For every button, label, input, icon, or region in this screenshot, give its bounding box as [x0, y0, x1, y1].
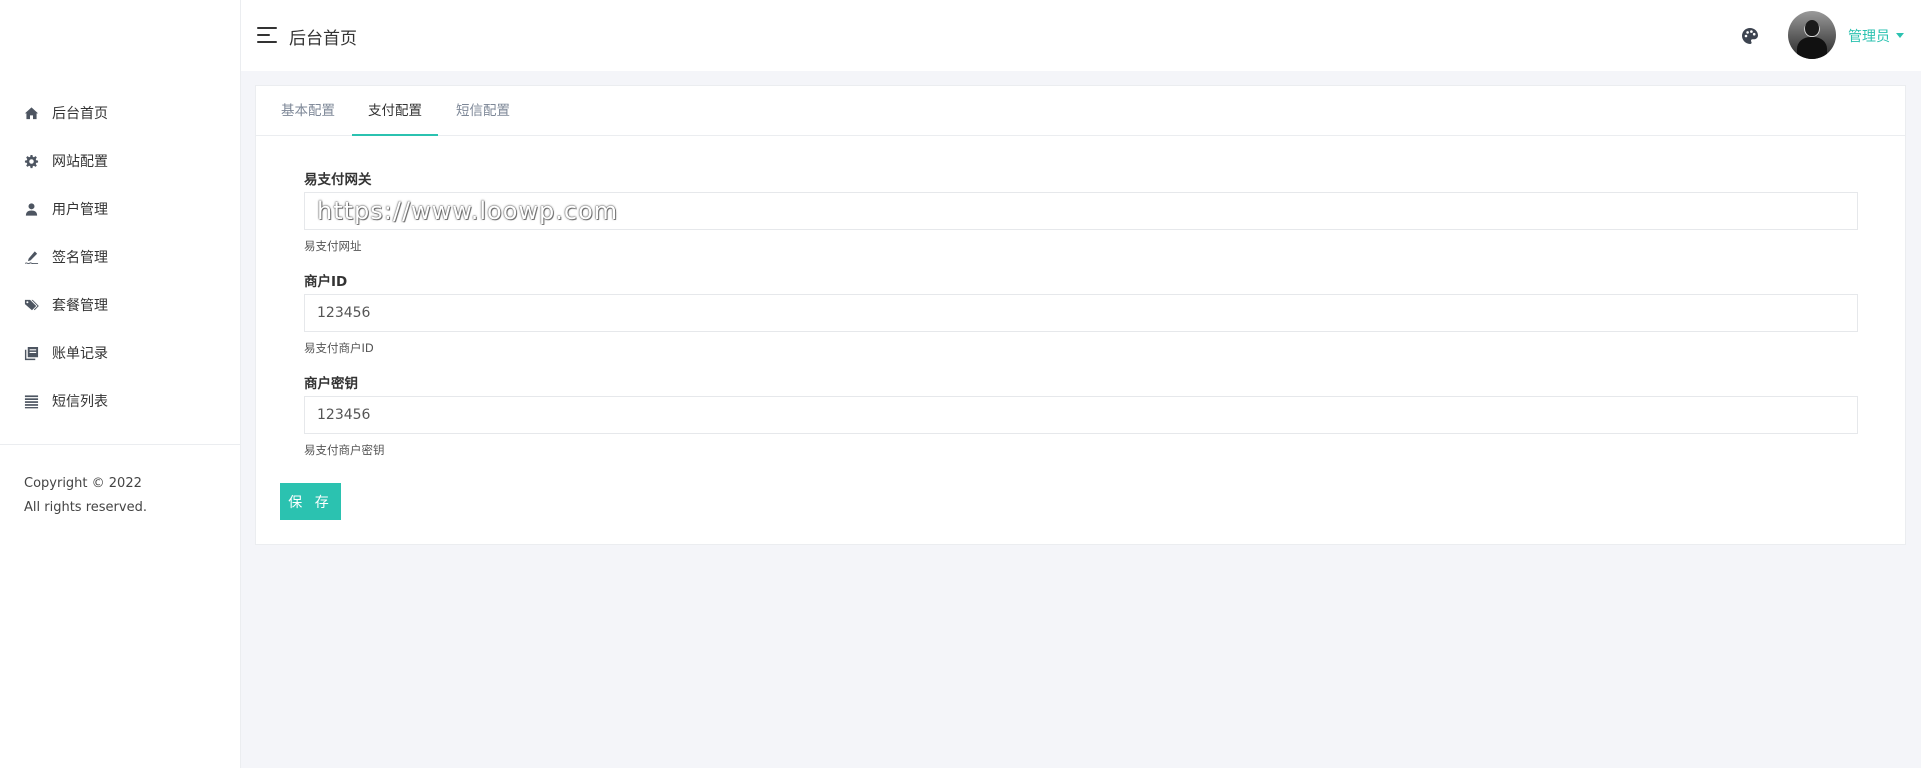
page-title: 后台首页 [289, 29, 357, 49]
copyright: Copyright © 2022 All rights reserved. [24, 472, 147, 520]
tab-bar: 基本配置 支付配置 短信配置 [256, 86, 1905, 136]
gateway-input[interactable] [304, 192, 1858, 230]
copyright-line: Copyright © 2022 [24, 476, 142, 491]
sidebar-item-label: 短信列表 [52, 394, 108, 410]
signature-icon [23, 249, 39, 265]
avatar[interactable] [1788, 11, 1836, 59]
caret-down-icon[interactable] [1896, 33, 1904, 38]
gateway-label: 易支付网关 [304, 172, 372, 188]
gateway-help: 易支付网址 [304, 239, 362, 253]
sidebar-item-bills[interactable]: 账单记录 [0, 329, 240, 377]
sidebar-item-users[interactable]: 用户管理 [0, 185, 240, 233]
sidebar-item-label: 用户管理 [52, 202, 108, 218]
sidebar-item-label: 签名管理 [52, 250, 108, 266]
sidebar-item-home[interactable]: 后台首页 [0, 89, 240, 137]
user-icon [23, 201, 39, 217]
tab-sms-config[interactable]: 短信配置 [451, 86, 515, 136]
sidebar-item-label: 网站配置 [52, 154, 108, 170]
sidebar-item-label: 套餐管理 [52, 298, 108, 314]
rights-line: All rights reserved. [24, 500, 147, 515]
sidebar-divider [0, 444, 240, 445]
user-menu[interactable]: 管理员 [1848, 26, 1890, 46]
merchant-key-label: 商户密钥 [304, 376, 358, 392]
sidebar-item-label: 后台首页 [52, 106, 108, 122]
merchant-key-input[interactable] [304, 396, 1858, 434]
sidebar-item-label: 账单记录 [52, 346, 108, 362]
merchant-id-input[interactable] [304, 294, 1858, 332]
menu-toggle-icon[interactable] [257, 27, 277, 43]
sidebar: 后台首页 网站配置 用户管理 签名管理 套餐管理 账单记录 短信列表 Copyr… [0, 0, 241, 768]
tags-icon [23, 297, 39, 313]
sidebar-item-packages[interactable]: 套餐管理 [0, 281, 240, 329]
merchant-key-help: 易支付商户密钥 [304, 443, 385, 457]
config-card: 基本配置 支付配置 短信配置 易支付网关 易支付网址 商户ID 易支付商户ID … [255, 85, 1906, 545]
merchant-id-label: 商户ID [304, 274, 348, 290]
tab-basic-config[interactable]: 基本配置 [276, 86, 340, 136]
merchant-id-help: 易支付商户ID [304, 341, 374, 355]
gear-icon [23, 153, 39, 169]
home-icon [23, 105, 39, 121]
save-button[interactable]: 保 存 [280, 483, 341, 520]
sidebar-item-site-config[interactable]: 网站配置 [0, 137, 240, 185]
palette-icon[interactable] [1741, 27, 1759, 45]
top-header: 后台首页 管理员 [241, 0, 1921, 71]
book-icon [23, 345, 39, 361]
tab-payment-config[interactable]: 支付配置 [352, 86, 438, 136]
sidebar-nav: 后台首页 网站配置 用户管理 签名管理 套餐管理 账单记录 短信列表 [0, 89, 240, 425]
sidebar-item-signatures[interactable]: 签名管理 [0, 233, 240, 281]
list-icon [23, 393, 39, 409]
sidebar-item-sms-list[interactable]: 短信列表 [0, 377, 240, 425]
